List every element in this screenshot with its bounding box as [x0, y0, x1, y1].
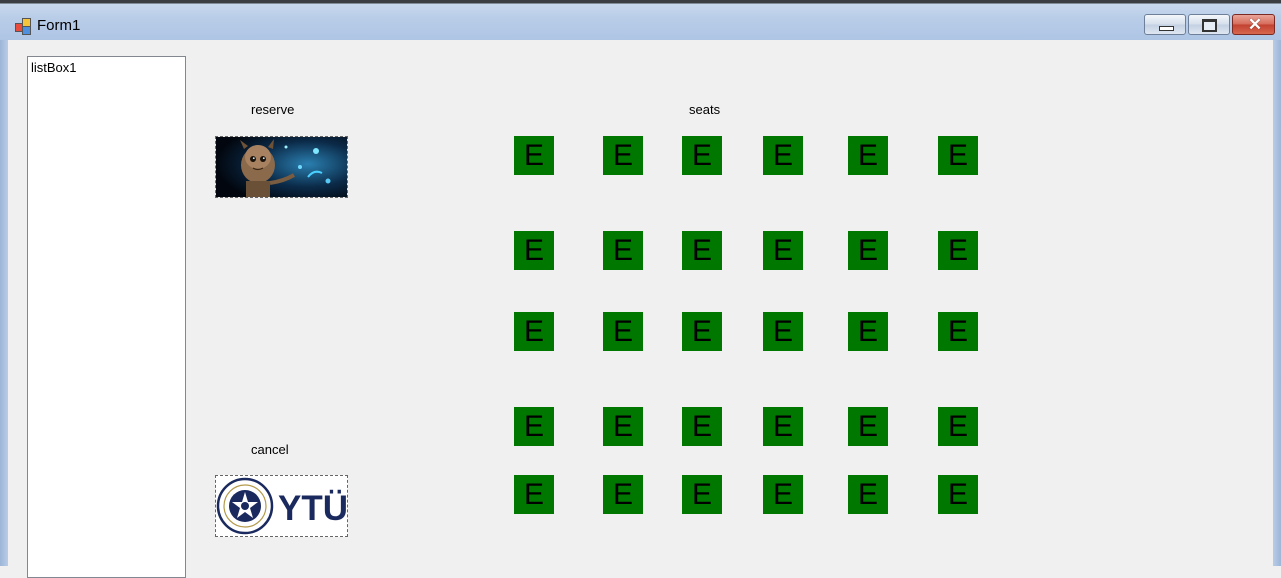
- seat-button[interactable]: E: [514, 231, 554, 270]
- listbox[interactable]: listBox1: [27, 56, 186, 578]
- seat-button[interactable]: E: [603, 407, 643, 446]
- cancel-picture[interactable]: YTÜ: [215, 475, 348, 537]
- minimize-icon: [1159, 26, 1174, 31]
- seat-button[interactable]: E: [938, 231, 978, 270]
- window-title: Form1: [37, 17, 81, 34]
- seat-button[interactable]: E: [514, 407, 554, 446]
- seat-button[interactable]: E: [848, 136, 888, 175]
- seat-button[interactable]: E: [514, 312, 554, 351]
- seat-button[interactable]: E: [682, 475, 722, 514]
- seat-button[interactable]: E: [848, 231, 888, 270]
- seat-button[interactable]: E: [938, 136, 978, 175]
- seats-label: seats: [689, 102, 721, 117]
- window-frame-left: [0, 40, 8, 566]
- seat-button[interactable]: E: [603, 136, 643, 175]
- seat-button[interactable]: E: [682, 231, 722, 270]
- seat-button[interactable]: E: [763, 475, 803, 514]
- seat-button[interactable]: E: [514, 475, 554, 514]
- groot-icon: [216, 137, 347, 197]
- seat-button[interactable]: E: [938, 475, 978, 514]
- seat-button[interactable]: E: [763, 231, 803, 270]
- minimize-button[interactable]: [1144, 14, 1186, 35]
- seat-button[interactable]: E: [848, 407, 888, 446]
- seat-button[interactable]: E: [603, 231, 643, 270]
- close-icon: ✕: [1247, 15, 1263, 34]
- seat-button[interactable]: E: [514, 136, 554, 175]
- seat-button[interactable]: E: [682, 312, 722, 351]
- ytu-logo-icon: YTÜ: [216, 476, 347, 536]
- seat-button[interactable]: E: [938, 312, 978, 351]
- window-frame-right: [1273, 40, 1281, 566]
- maximize-button[interactable]: [1188, 14, 1230, 35]
- seat-button[interactable]: E: [763, 407, 803, 446]
- list-item[interactable]: listBox1: [31, 60, 77, 75]
- maximize-icon: [1202, 19, 1217, 32]
- seat-button[interactable]: E: [938, 407, 978, 446]
- cancel-label: cancel: [251, 442, 289, 457]
- seat-button[interactable]: E: [603, 312, 643, 351]
- app-icon[interactable]: [15, 18, 32, 35]
- title-bar[interactable]: Form1 ✕: [0, 0, 1281, 40]
- form-window: Form1 ✕ listBox1 reserve seats cancel YT…: [0, 0, 1281, 578]
- seat-button[interactable]: E: [848, 475, 888, 514]
- svg-text:YTÜ: YTÜ: [278, 489, 347, 528]
- seat-button[interactable]: E: [682, 136, 722, 175]
- seat-button[interactable]: E: [603, 475, 643, 514]
- seat-button[interactable]: E: [848, 312, 888, 351]
- seat-button[interactable]: E: [763, 312, 803, 351]
- seat-button[interactable]: E: [763, 136, 803, 175]
- reserve-picture[interactable]: [215, 136, 348, 198]
- close-button[interactable]: ✕: [1232, 14, 1275, 35]
- reserve-label: reserve: [251, 102, 295, 117]
- seat-button[interactable]: E: [682, 407, 722, 446]
